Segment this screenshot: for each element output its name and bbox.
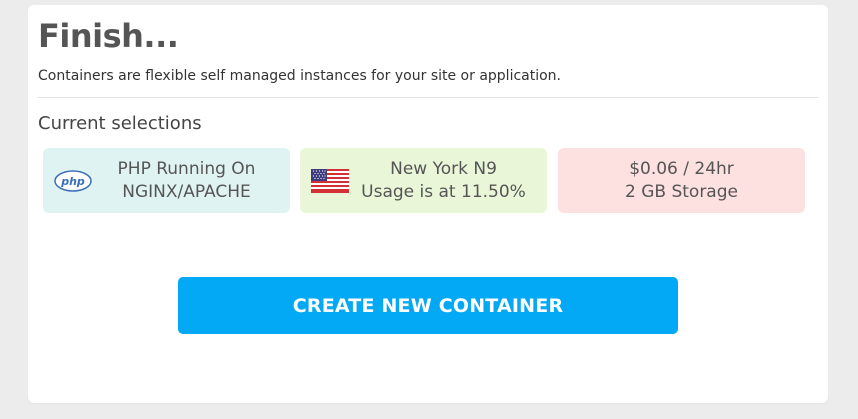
location-line1: New York N9 bbox=[390, 158, 497, 179]
plan-line1: $0.06 / 24hr bbox=[629, 158, 734, 179]
plan-line2: 2 GB Storage bbox=[625, 181, 738, 202]
svg-text:php: php bbox=[60, 175, 85, 188]
location-selection-text: New York N9 Usage is at 11.50% bbox=[350, 158, 537, 204]
location-line2: Usage is at 11.50% bbox=[361, 181, 526, 202]
stack-selection-tile: php PHP Running On NGINX/APACHE bbox=[43, 148, 290, 213]
page-subtitle: Containers are flexible self managed ins… bbox=[38, 68, 561, 84]
selections-heading: Current selections bbox=[38, 113, 202, 134]
stack-selection-text: PHP Running On NGINX/APACHE bbox=[93, 158, 280, 204]
php-logo-icon: php bbox=[53, 169, 93, 192]
us-flag-icon bbox=[310, 168, 350, 193]
plan-selection-tile: $0.06 / 24hr 2 GB Storage bbox=[558, 148, 805, 213]
page-title: Finish... bbox=[38, 17, 179, 55]
plan-selection-text: $0.06 / 24hr 2 GB Storage bbox=[625, 158, 738, 204]
stack-line2: NGINX/APACHE bbox=[122, 181, 251, 202]
location-selection-tile: New York N9 Usage is at 11.50% bbox=[300, 148, 547, 213]
create-container-button[interactable]: CREATE NEW CONTAINER bbox=[178, 277, 678, 334]
divider bbox=[38, 97, 818, 98]
stack-line1: PHP Running On bbox=[117, 158, 256, 179]
finish-card: Finish... Containers are flexible self m… bbox=[28, 5, 828, 403]
